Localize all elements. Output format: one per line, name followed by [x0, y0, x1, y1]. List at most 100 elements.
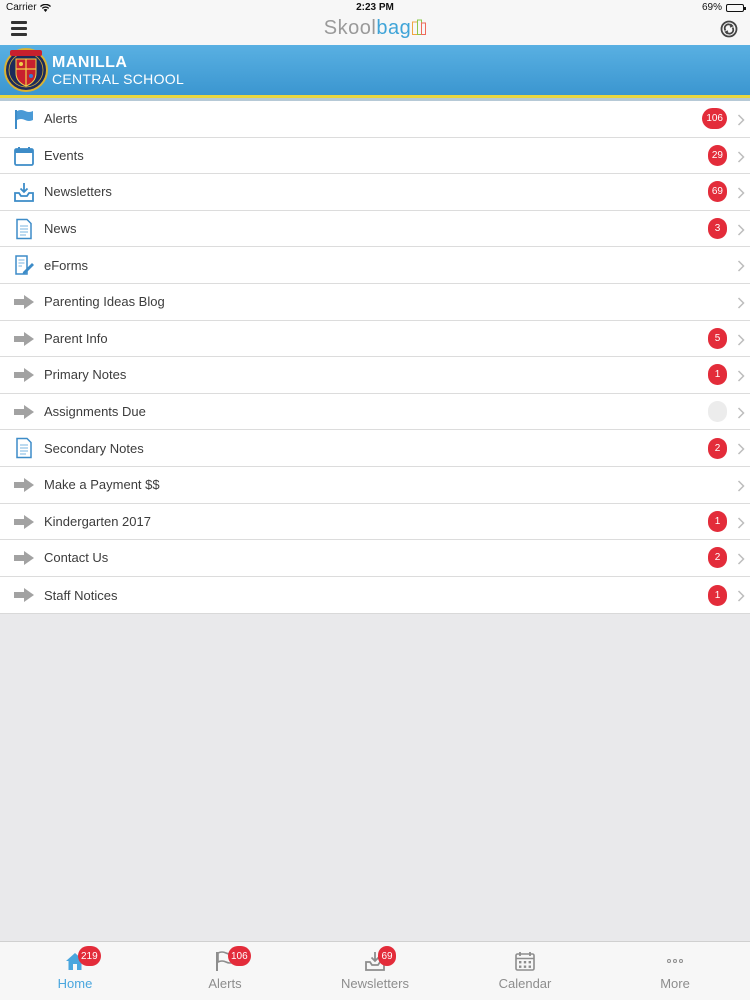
- menu-item-label: eForms: [44, 257, 89, 273]
- chevron-right-icon: [737, 442, 745, 455]
- count-badge: 5: [708, 327, 727, 349]
- tab-newsletters[interactable]: 69 Newsletters: [300, 942, 450, 1000]
- status-bar: Carrier 2:23 PM 69%: [0, 0, 750, 16]
- menu-item-events[interactable]: Events 29: [0, 138, 750, 175]
- arrow-right-icon: [13, 511, 35, 533]
- chevron-right-icon: [737, 223, 745, 236]
- menu-item-label: Staff Notices: [44, 587, 118, 603]
- school-name: MANILLA CENTRAL SCHOOL: [52, 54, 185, 88]
- school-name-line1: MANILLA: [52, 54, 128, 71]
- tab-count-badge: 69: [378, 946, 396, 966]
- tab-alerts[interactable]: 106 Alerts: [150, 942, 300, 1000]
- tab-calendar[interactable]: Calendar: [450, 942, 600, 1000]
- chevron-right-icon: [737, 296, 745, 309]
- tab-label: Calendar: [498, 976, 552, 991]
- menu-item-kindergarten-2017[interactable]: Kindergarten 2017 1: [0, 504, 750, 541]
- tab-bar: 219 Home 106 Alerts 69 Newsletters Calendar Mor…: [0, 941, 750, 1000]
- count-badge: 69: [707, 181, 727, 203]
- tab-label: Alerts: [208, 976, 242, 991]
- school-crest-icon: [4, 48, 48, 92]
- menu-item-label: Parent Info: [44, 330, 108, 346]
- tab-count-badge: 106: [228, 946, 251, 966]
- navigation-bar: Skoolbag: [0, 16, 750, 45]
- battery-icon: [726, 3, 746, 12]
- tab-count-badge: 219: [78, 946, 101, 966]
- count-badge: 2: [708, 437, 727, 459]
- arrow-right-icon: [13, 401, 35, 423]
- menu-item-news[interactable]: News 3: [0, 211, 750, 248]
- tab-more[interactable]: More: [600, 942, 750, 1000]
- main-menu-list: Alerts 106 Events 29 Newsletters 69 News 3 eForm…: [0, 101, 750, 615]
- arrow-right-icon: [13, 328, 35, 350]
- tab-label: More: [660, 976, 690, 991]
- tab-home[interactable]: 219 Home: [0, 942, 150, 1000]
- count-badge: 1: [708, 510, 727, 532]
- chevron-right-icon: [737, 589, 745, 602]
- menu-item-label: Contact Us: [44, 550, 109, 566]
- sync-icon[interactable]: [720, 20, 738, 38]
- clock: 2:23 PM: [356, 2, 394, 13]
- menu-item-primary-notes[interactable]: Primary Notes 1: [0, 357, 750, 394]
- chevron-right-icon: [737, 150, 745, 163]
- tab-label: Newsletters: [341, 976, 409, 991]
- document-icon: [13, 437, 35, 459]
- school-banner: MANILLA CENTRAL SCHOOL: [0, 45, 750, 101]
- document-icon: [13, 218, 35, 240]
- menu-item-parent-info[interactable]: Parent Info 5: [0, 321, 750, 358]
- chevron-right-icon: [737, 369, 745, 382]
- menu-item-make-a-payment[interactable]: Make a Payment $$: [0, 467, 750, 504]
- form-edit-icon: [13, 254, 35, 276]
- menu-item-newsletters[interactable]: Newsletters 69: [0, 174, 750, 211]
- count-badge: 29: [707, 144, 727, 166]
- calendar-icon: [13, 145, 35, 167]
- logo-text-bag: bag: [376, 17, 412, 39]
- chevron-right-icon: [737, 186, 745, 199]
- arrow-right-icon: [13, 364, 35, 386]
- arrow-right-icon: [13, 584, 35, 606]
- menu-item-label: Make a Payment $$: [44, 477, 160, 493]
- skoolbag-logo: Skoolbag: [0, 17, 750, 40]
- count-badge: 106: [702, 108, 727, 130]
- menu-item-secondary-notes[interactable]: Secondary Notes 2: [0, 430, 750, 467]
- more-dots-icon: [664, 950, 686, 972]
- menu-item-eforms[interactable]: eForms: [0, 247, 750, 284]
- tab-label: Home: [57, 976, 93, 991]
- count-badge: 2: [708, 547, 727, 569]
- chevron-right-icon: [737, 406, 745, 419]
- menu-item-alerts[interactable]: Alerts 106: [0, 101, 750, 138]
- count-badge: 1: [708, 584, 727, 606]
- menu-item-label: Events: [44, 147, 84, 163]
- chevron-right-icon: [737, 333, 745, 346]
- arrow-right-icon: [13, 291, 35, 313]
- menu-item-contact-us[interactable]: Contact Us 2: [0, 540, 750, 577]
- school-name-line2: CENTRAL SCHOOL: [52, 71, 185, 87]
- menu-item-label: Assignments Due: [44, 404, 146, 420]
- chevron-right-icon: [737, 552, 745, 565]
- chevron-right-icon: [737, 113, 745, 126]
- menu-item-label: Secondary Notes: [44, 440, 144, 456]
- menu-item-parenting-ideas-blog[interactable]: Parenting Ideas Blog: [0, 284, 750, 321]
- chevron-right-icon: [737, 259, 745, 272]
- flag-icon: [13, 108, 35, 130]
- inbox-download-icon: [13, 181, 35, 203]
- battery-percent: 69%: [701, 2, 722, 13]
- menu-item-label: Newsletters: [44, 184, 112, 200]
- arrow-right-icon: [13, 547, 35, 569]
- count-badge: [708, 401, 727, 423]
- chevron-right-icon: [737, 516, 745, 529]
- menu-item-label: News: [44, 221, 77, 237]
- logo-text-skool: Skool: [323, 17, 377, 39]
- menu-item-label: Alerts: [44, 111, 78, 127]
- menu-item-label: Primary Notes: [44, 367, 127, 383]
- battery-status: 69%: [701, 2, 746, 13]
- calendar-icon: [514, 950, 536, 972]
- menu-item-staff-notices[interactable]: Staff Notices 1: [0, 577, 750, 614]
- count-badge: 3: [708, 218, 727, 240]
- menu-item-assignments-due[interactable]: Assignments Due: [0, 394, 750, 431]
- chevron-right-icon: [737, 479, 745, 492]
- arrow-right-icon: [13, 474, 35, 496]
- menu-item-label: Kindergarten 2017: [44, 513, 151, 529]
- count-badge: 1: [708, 364, 727, 386]
- menu-item-label: Parenting Ideas Blog: [44, 294, 165, 310]
- books-icon: [412, 19, 427, 35]
